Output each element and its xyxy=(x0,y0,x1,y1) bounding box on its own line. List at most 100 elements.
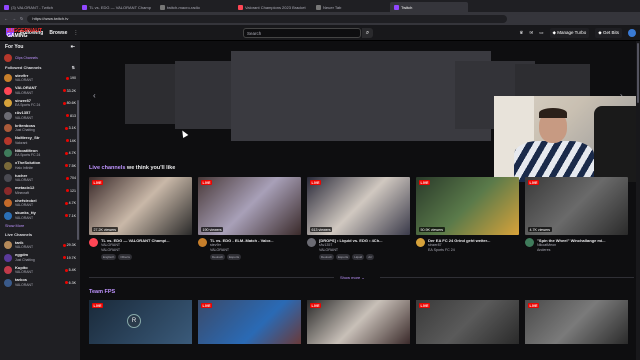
stream-tag[interactable]: Deutsch xyxy=(210,254,226,260)
stream-card[interactable]: LIVE 613 viewers [DROPS] • Liquid vs. EDG … xyxy=(307,177,410,260)
stream-tag[interactable]: Olberts xyxy=(118,254,133,260)
sidebar-channel[interactable]: rAv1357 VALORANT 813 xyxy=(0,110,80,123)
live-dot-icon xyxy=(64,126,68,130)
scrollbar-thumb[interactable] xyxy=(637,43,639,103)
streamer-avatar[interactable] xyxy=(416,238,425,247)
stream-thumbnail[interactable]: LIVE xyxy=(198,300,301,344)
inbox-icon[interactable]: ✉ xyxy=(529,30,533,36)
viewer-count-value: 14K xyxy=(69,138,76,143)
browser-tab[interactable]: Neuer Tab xyxy=(312,2,390,12)
viewer-count-value: 4.7K xyxy=(68,151,76,156)
live-dot-icon xyxy=(64,214,68,218)
stream-thumbnail[interactable]: LIVE xyxy=(416,300,519,344)
stream-card[interactable]: LIVE 27.2K viewers TL vs. EDG — VALORANT C… xyxy=(89,177,192,260)
streamer-avatar[interactable] xyxy=(89,238,98,247)
stream-card[interactable]: LIVE 190 viewers TL vs. EDG - ELM..Match -… xyxy=(198,177,301,260)
for-you-heading: For You xyxy=(5,44,24,50)
viewer-count-value: 4.7K xyxy=(68,201,76,206)
stream-tag[interactable]: Esports xyxy=(336,254,351,260)
stream-category[interactable]: VALORANT xyxy=(210,248,301,253)
more-icon[interactable]: ⋮ xyxy=(73,30,78,36)
sidebar-channel[interactable]: xTheSolution Halo Infinite 7.5K xyxy=(0,160,80,173)
live-badge: LIVE xyxy=(92,180,103,185)
nav-browse[interactable]: Browse xyxy=(49,30,67,36)
sidebar-channel[interactable]: stev9rr VALORANT 190 xyxy=(0,72,80,85)
search-icon: ⌕ xyxy=(365,29,370,36)
stream-thumbnail[interactable]: LIVE 50.9K viewers xyxy=(416,177,519,235)
sidebar-channel[interactable]: NikoatMeon EA Sports FC 24 4.7K xyxy=(0,147,80,160)
streamer-avatar[interactable] xyxy=(307,238,316,247)
browser-tab[interactable]: TL vs. EDG — VALORANT Champ xyxy=(78,2,156,12)
show-more-button[interactable]: Show more ⌄ xyxy=(340,275,365,280)
carousel-card-main[interactable] xyxy=(231,51,491,141)
reload-icon[interactable]: ↻ xyxy=(20,16,23,21)
page-icon xyxy=(316,4,321,10)
sidebar-channel[interactable]: metacix12 Minecraft 121 xyxy=(0,185,80,198)
stream-tag[interactable]: Englisch xyxy=(101,254,117,260)
crown-icon[interactable]: ♛ xyxy=(519,30,523,36)
show-more-link[interactable]: Show More xyxy=(0,222,80,230)
search-placeholder: Search xyxy=(247,30,262,36)
viewer-count: 80.6K xyxy=(62,101,76,105)
live-section-link[interactable]: Live channels xyxy=(89,165,125,171)
sidebar-channel[interactable]: Kupito VALORANT 5.4K xyxy=(0,264,80,277)
stream-thumbnail[interactable]: LIVE 190 viewers xyxy=(198,177,301,235)
sidebar-channel[interactable]: tarkos VALORANT 6.3K xyxy=(0,277,80,290)
sidebar-channel[interactable]: skunks_tty VALORANT 7.1K xyxy=(0,210,80,223)
recommended-clips[interactable]: Clips Channels xyxy=(0,53,80,63)
stream-info: TL vs. EDG — VALORANT Champi... VALORANT V… xyxy=(89,235,192,260)
sidebar-channel[interactable]: NoMercy_Str Valorant 14K xyxy=(0,135,80,148)
streamer-avatar[interactable] xyxy=(198,238,207,247)
forward-icon[interactable]: → xyxy=(12,16,16,21)
sidebar-channel[interactable]: chefstrobel VALORANT 4.7K xyxy=(0,197,80,210)
sidebar-channel[interactable]: tarik VALORANT 29.3K xyxy=(0,239,80,252)
search-input[interactable]: Search xyxy=(243,28,361,38)
stream-card[interactable]: LIVE 4.7K viewers "Spin the Wheel" Winchal… xyxy=(525,177,628,260)
stream-card[interactable]: LIVE 50.9K viewers Der EA FC 24 Grind geht… xyxy=(416,177,519,260)
stream-tag[interactable]: Deutsch xyxy=(319,254,335,260)
sidebar-channel[interactable]: tucher VALORANT 704 xyxy=(0,172,80,185)
channel-avatar xyxy=(4,124,12,133)
page-scrollbar[interactable] xyxy=(636,41,640,360)
stream-thumbnail[interactable]: LIVE xyxy=(307,300,410,344)
stream-thumbnail[interactable]: LIVE 27.2K viewers xyxy=(89,177,192,235)
sidebar-channel[interactable]: sinzer87 EA Sports FC 24 80.6K xyxy=(0,97,80,110)
carousel-prev-icon[interactable]: ‹ xyxy=(93,91,96,100)
browser-tab[interactable]: Valorant Champions 2023 Bracket xyxy=(234,2,312,12)
manage-turbo-button[interactable]: ◆ Manage Turbo xyxy=(549,28,590,38)
stream-category[interactable]: EA Sports FC 24 xyxy=(428,248,519,253)
stream-info: TL vs. EDG - ELM..Match - Valor... stev9r… xyxy=(198,235,301,260)
address-bar[interactable]: https://www.twitch.tv xyxy=(27,14,508,23)
stream-category[interactable]: Anderes xyxy=(537,248,628,253)
search-button[interactable]: ⌕ xyxy=(362,28,373,38)
browser-tab[interactable]: (3) VALORANT - Twitch xyxy=(0,2,78,12)
stream-info: "Spin the Wheel" Winchallange mi... Nikoa… xyxy=(525,235,628,254)
collapse-icon[interactable]: ⇤ xyxy=(71,44,75,50)
user-avatar[interactable] xyxy=(628,29,636,37)
whispers-icon[interactable]: ▭ xyxy=(539,30,543,36)
stream-category[interactable]: VALORANT xyxy=(319,248,410,253)
sidebar-channel[interactable]: eggdm Just Chatting 19.7K xyxy=(0,252,80,265)
stream-category[interactable]: VALORANT xyxy=(101,248,192,253)
tab-label: twitch-macro-radio xyxy=(167,4,200,10)
stream-tag[interactable]: Arr xyxy=(366,254,375,260)
sidebar-channel[interactable]: VALORANT VALORANT 33.2K xyxy=(0,85,80,98)
sidebar-channel[interactable]: kritenboss Just Chatting 3.1K xyxy=(0,122,80,135)
back-icon[interactable]: ← xyxy=(4,16,8,21)
team-fps-link[interactable]: Team FPS xyxy=(89,289,115,295)
stream-tag[interactable]: Liquid xyxy=(352,254,365,260)
streamer-avatar[interactable] xyxy=(525,238,534,247)
stream-tag[interactable]: Esports xyxy=(227,254,242,260)
webcam-overlay xyxy=(494,96,640,182)
channel-meta: skunks_tty VALORANT xyxy=(15,211,62,220)
stream-thumbnail[interactable]: LIVE 4.7K viewers xyxy=(525,177,628,235)
sort-icon[interactable]: ⇅ xyxy=(72,65,75,70)
stream-thumbnail[interactable]: LIVE 613 viewers xyxy=(307,177,410,235)
sidebar-scrollbar[interactable] xyxy=(77,100,79,240)
browser-tab-active[interactable]: Twitch xyxy=(390,2,468,12)
stream-thumbnail[interactable]: LIVE xyxy=(525,300,628,344)
get-bits-button[interactable]: ◆ Get Bits xyxy=(595,28,622,38)
browser-tab[interactable]: twitch-macro-radio xyxy=(156,2,234,12)
stream-thumbnail[interactable]: LIVE R xyxy=(89,300,192,344)
divider xyxy=(380,277,634,278)
